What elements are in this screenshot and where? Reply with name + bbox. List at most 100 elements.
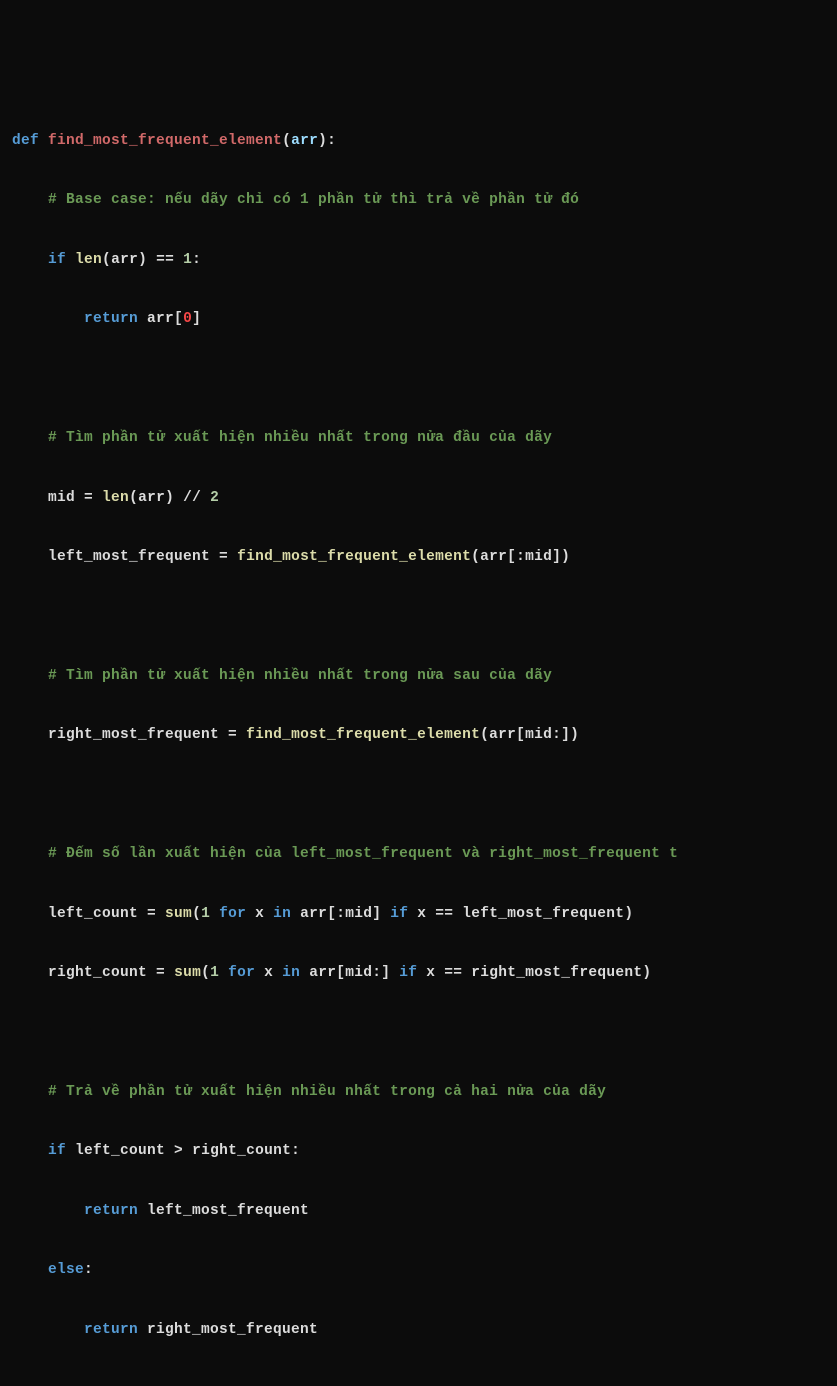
code-line-21: return right_most_frequent <box>12 1316 825 1346</box>
code-line-17: # Trả về phần tử xuất hiện nhiều nhất tr… <box>12 1078 825 1108</box>
number-zero: 0 <box>183 311 192 327</box>
indent <box>12 1322 84 1338</box>
identifier-x: x <box>255 906 273 922</box>
keyword-in: in <box>282 965 309 981</box>
paren-open: ( <box>129 490 138 506</box>
slice-close: ] <box>372 906 390 922</box>
code-line-2: # Base case: nếu dãy chỉ có 1 phần tử th… <box>12 186 825 216</box>
paren-close-colon: ): <box>318 133 336 149</box>
identifier-lmf: left_most_frequent <box>462 906 624 922</box>
identifier-arr: arr <box>489 727 516 743</box>
keyword-if: if <box>399 965 426 981</box>
identifier-mid: mid <box>525 549 552 565</box>
builtin-len: len <box>102 490 129 506</box>
code-line-6: # Tìm phần tử xuất hiện nhiều nhất trong… <box>12 424 825 454</box>
function-name: find_most_frequent_element <box>48 133 282 149</box>
blank-line <box>12 1024 21 1040</box>
identifier-mid: mid <box>48 490 84 506</box>
blank-line <box>12 608 21 624</box>
indent <box>12 311 84 327</box>
slice-open: [: <box>507 549 525 565</box>
slice-close: :] <box>372 965 399 981</box>
identifier-lmf: left_most_frequent <box>48 549 219 565</box>
operator-assign: = <box>84 490 102 506</box>
identifier-mid: mid <box>345 906 372 922</box>
builtin-sum: sum <box>174 965 201 981</box>
identifier-lc: left_count <box>75 1143 174 1159</box>
builtin-sum: sum <box>165 906 192 922</box>
code-line-20: else: <box>12 1256 825 1286</box>
operator-floordiv: // <box>183 490 210 506</box>
code-line-4: return arr[0] <box>12 305 825 335</box>
keyword-def: def <box>12 133 48 149</box>
identifier-rmf: right_most_frequent <box>471 965 642 981</box>
indent <box>12 846 48 862</box>
identifier-x: x <box>264 965 282 981</box>
keyword-else: else <box>48 1262 84 1278</box>
keyword-for: for <box>228 965 255 981</box>
paren-close: ) <box>642 965 651 981</box>
code-line-16 <box>12 1018 825 1048</box>
paren-open: ( <box>201 965 210 981</box>
paren-open: ( <box>282 133 291 149</box>
builtin-len: len <box>75 252 102 268</box>
identifier-mid: mid <box>345 965 372 981</box>
identifier-arr: arr <box>480 549 507 565</box>
identifier-x: x <box>426 965 444 981</box>
indent <box>12 490 48 506</box>
comment: # Tìm phần tử xuất hiện nhiều nhất trong… <box>48 668 552 684</box>
code-line-5 <box>12 365 825 395</box>
indent <box>12 1084 48 1100</box>
indent <box>12 1143 48 1159</box>
indent <box>12 549 48 565</box>
operator-assign: = <box>147 906 165 922</box>
keyword-return: return <box>84 1203 147 1219</box>
keyword-if: if <box>390 906 417 922</box>
indent <box>12 192 48 208</box>
paren-close: ) <box>165 490 183 506</box>
slice-close: :]) <box>552 727 579 743</box>
identifier-lmf: left_most_frequent <box>147 1203 309 1219</box>
paren-open: ( <box>102 252 111 268</box>
slice-open: [ <box>336 965 345 981</box>
code-line-11: right_most_frequent = find_most_frequent… <box>12 721 825 751</box>
operator-eq: == <box>156 252 183 268</box>
space <box>219 965 228 981</box>
number-one: 1 <box>201 906 210 922</box>
space <box>255 965 264 981</box>
paren-close: ) <box>138 252 156 268</box>
keyword-return: return <box>84 1322 147 1338</box>
colon: : <box>291 1143 300 1159</box>
indent <box>12 965 48 981</box>
colon: : <box>192 252 201 268</box>
function-call: find_most_frequent_element <box>237 549 471 565</box>
slice-open: [: <box>327 906 345 922</box>
indent <box>12 906 48 922</box>
operator-eqeq: == <box>435 906 462 922</box>
slice-close: ]) <box>552 549 570 565</box>
keyword-in: in <box>273 906 300 922</box>
code-line-18: if left_count > right_count: <box>12 1137 825 1167</box>
space <box>246 906 255 922</box>
code-line-8: left_most_frequent = find_most_frequent_… <box>12 543 825 573</box>
identifier-arr: arr <box>300 906 327 922</box>
code-line-14: left_count = sum(1 for x in arr[:mid] if… <box>12 900 825 930</box>
operator-gt: > <box>174 1143 192 1159</box>
paren-close: ) <box>624 906 633 922</box>
paren-open: ( <box>192 906 201 922</box>
comment: # Tìm phần tử xuất hiện nhiều nhất trong… <box>48 430 552 446</box>
identifier-arr: arr <box>309 965 336 981</box>
slice-open: [ <box>516 727 525 743</box>
identifier-rc: right_count <box>192 1143 291 1159</box>
identifier-arr: arr <box>147 311 174 327</box>
identifier-rc: right_count <box>48 965 156 981</box>
paren-open: ( <box>480 727 489 743</box>
code-line-15: right_count = sum(1 for x in arr[mid:] i… <box>12 959 825 989</box>
code-line-9 <box>12 602 825 632</box>
identifier-lc: left_count <box>48 906 147 922</box>
code-line-13: # Đếm số lần xuất hiện của left_most_fre… <box>12 840 825 870</box>
indent <box>12 252 48 268</box>
identifier-mid: mid <box>525 727 552 743</box>
comment: # Base case: nếu dãy chỉ có 1 phần tử th… <box>48 192 579 208</box>
code-line-1: def find_most_frequent_element(arr): <box>12 127 825 157</box>
